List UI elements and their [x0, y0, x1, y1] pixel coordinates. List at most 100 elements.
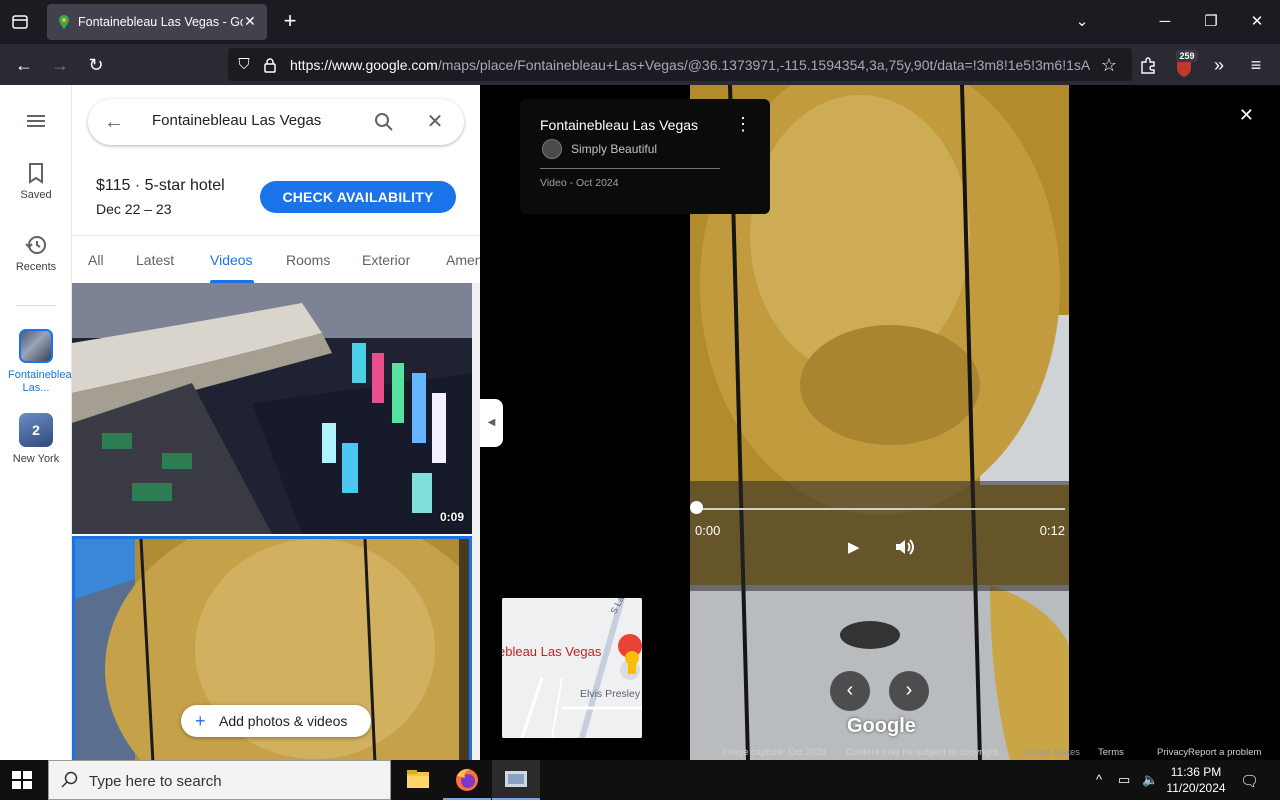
video-duration: 0:09	[439, 510, 464, 524]
volume-muted-icon[interactable]: 🔈	[1142, 772, 1158, 788]
tab-title: Fontainebleau Las Vegas - Goog	[78, 15, 243, 29]
tab-list-icon[interactable]	[8, 10, 32, 34]
saved-label: Saved	[20, 189, 52, 201]
history-icon	[25, 236, 46, 254]
minimap[interactable]: S La ebleau Las Vegas Elvis Presley	[502, 598, 642, 738]
search-box[interactable]: ← Fontainebleau Las Vegas ✕	[88, 99, 464, 145]
url-host: https://www.google.com	[290, 57, 438, 73]
seek-knob[interactable]	[690, 501, 703, 514]
author-avatar[interactable]	[542, 139, 562, 159]
recents-button[interactable]: Recents	[0, 233, 72, 273]
overflow-chevron-icon[interactable]: »	[1206, 52, 1232, 78]
tab-rooms[interactable]: Rooms	[286, 252, 330, 268]
back-arrow-icon[interactable]: ←	[102, 110, 126, 134]
terms-link[interactable]: Terms	[1098, 747, 1124, 758]
pinned-app[interactable]	[492, 760, 540, 800]
windows-start-icon[interactable]	[12, 771, 32, 789]
media-viewer: 0:00 0:12 ▶ ‹ › Google Fontainebleau Las…	[480, 85, 1280, 760]
volume-icon[interactable]	[894, 537, 916, 557]
plus-icon: +	[195, 711, 206, 731]
menu-button[interactable]	[0, 109, 72, 137]
bookmark-icon	[29, 163, 43, 184]
maps-left-rail: Saved Recents Fontainebleau Las... 2 New…	[0, 85, 78, 760]
tab-amenities[interactable]: Amen	[446, 252, 480, 268]
extensions-icon[interactable]	[1135, 52, 1161, 78]
firefox-app[interactable]	[443, 760, 491, 800]
author-name[interactable]: Simply Beautiful	[571, 142, 657, 156]
tab-exterior[interactable]: Exterior	[362, 252, 410, 268]
previous-media-button[interactable]: ‹	[830, 671, 870, 711]
lock-icon[interactable]	[260, 55, 280, 75]
media-tabs: All Latest Videos Rooms Exterior Amen	[72, 235, 480, 283]
hotel-price: $115 · 5-star hotel	[96, 177, 225, 194]
hotel-dates[interactable]: Dec 22 – 23	[96, 201, 172, 217]
shield-icon[interactable]: ⛉	[234, 55, 254, 75]
panel-scrollbar[interactable]	[472, 283, 480, 760]
privacy-link[interactable]: Privacy	[1157, 747, 1188, 758]
country-link[interactable]: United States	[1023, 747, 1080, 758]
collapse-panel-button[interactable]: ◀	[480, 399, 503, 447]
show-hidden-icons[interactable]: ^	[1096, 772, 1102, 787]
video-controls: 0:00 0:12 ▶	[690, 481, 1069, 591]
minimize-button[interactable]: ─	[1153, 10, 1177, 34]
next-media-button[interactable]: ›	[889, 671, 929, 711]
notifications-icon[interactable]: 🗨	[1240, 772, 1259, 790]
info-divider	[540, 168, 720, 169]
play-icon[interactable]: ▶	[848, 538, 860, 556]
media-info-card: Fontainebleau Las Vegas ⋮ Simply Beautif…	[520, 99, 770, 214]
current-time: 0:00	[695, 523, 721, 538]
close-viewer-icon[interactable]: ✕	[1239, 105, 1254, 126]
search-icon[interactable]	[372, 110, 396, 134]
minimap-place-label: ebleau Las Vegas	[502, 644, 602, 659]
recent-thumbnail	[19, 329, 53, 363]
casino-floor-image	[72, 283, 472, 534]
menu-icon	[27, 115, 45, 127]
tab-videos[interactable]: Videos	[210, 252, 253, 268]
add-photos-videos-button[interactable]: + Add photos & videos	[181, 705, 371, 737]
forward-button[interactable]: →	[47, 52, 73, 78]
video-thumbnail-casino[interactable]: 0:09	[72, 283, 472, 534]
windows-taskbar: Type here to search ^ ▭ 🔈 11:36 PM 11/20…	[0, 760, 1280, 800]
report-problem-link[interactable]: Report a problem	[1188, 747, 1261, 758]
tab-close-icon[interactable]: ✕	[241, 12, 259, 30]
saved-button[interactable]: Saved	[0, 161, 72, 201]
list-all-tabs-icon[interactable]: ⌄	[1070, 10, 1094, 34]
total-duration: 0:12	[1039, 523, 1065, 538]
app-window-icon	[505, 771, 527, 787]
close-window-button[interactable]: ✕	[1245, 10, 1269, 34]
bookmark-star-icon[interactable]: ☆	[1096, 52, 1122, 78]
clear-search-icon[interactable]: ✕	[423, 110, 447, 134]
network-icon[interactable]: ▭	[1118, 772, 1130, 788]
minimap-road-label: Elvis Presley	[580, 688, 641, 700]
seek-track[interactable]	[696, 508, 1065, 510]
media-place-title[interactable]: Fontainebleau Las Vegas	[540, 117, 698, 133]
google-logo: Google	[847, 715, 916, 737]
address-bar[interactable]: ⛉ https://www.google.com/maps/place/Font…	[228, 48, 1132, 81]
url-text[interactable]: https://www.google.com/maps/place/Fontai…	[290, 57, 1090, 73]
restore-button[interactable]: ❐	[1199, 10, 1223, 34]
new-tab-button[interactable]: +	[278, 10, 302, 34]
recent-place-fontainebleau[interactable]: Fontainebleau Las...	[0, 329, 78, 395]
browser-nav-bar: ← → ↻ ⛉ https://www.google.com/maps/plac…	[0, 44, 1280, 85]
recent-place-label: New York	[12, 453, 60, 465]
recent-place-label: Fontainebleau Las...	[8, 369, 78, 394]
recent-thumbnail-stack: 2	[19, 413, 53, 447]
file-explorer-app[interactable]	[394, 760, 442, 800]
browser-tab-bar: Fontainebleau Las Vegas - Goog ✕ + ⌄ ─ ❐…	[0, 0, 1280, 44]
check-availability-button[interactable]: CHECK AVAILABILITY	[260, 181, 456, 213]
taskbar-search-box[interactable]: Type here to search	[48, 760, 391, 800]
reload-button[interactable]: ↻	[83, 52, 109, 78]
app-menu-icon[interactable]: ≡	[1243, 52, 1269, 78]
system-clock[interactable]: 11:36 PM 11/20/2024	[1164, 764, 1228, 796]
tab-all[interactable]: All	[88, 252, 104, 268]
recents-label: Recents	[15, 261, 57, 273]
recent-place-new-york[interactable]: 2 New York	[0, 413, 72, 465]
back-button[interactable]: ←	[11, 52, 37, 78]
browser-tab-active[interactable]: Fontainebleau Las Vegas - Goog ✕	[47, 4, 267, 40]
clock-date: 11/20/2024	[1166, 781, 1226, 795]
more-options-icon[interactable]: ⋮	[734, 115, 752, 133]
tab-latest[interactable]: Latest	[136, 252, 174, 268]
search-input[interactable]: Fontainebleau Las Vegas	[152, 112, 321, 129]
add-photos-label: Add photos & videos	[219, 713, 348, 729]
place-side-panel: ← Fontainebleau Las Vegas ✕ $115 · 5-sta…	[72, 85, 480, 760]
